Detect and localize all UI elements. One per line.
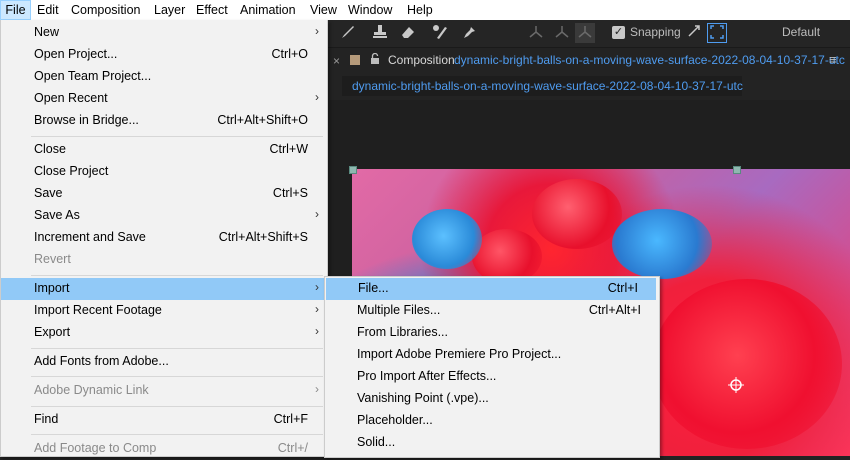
menu-window[interactable]: Window <box>348 0 392 20</box>
menu-item-import-solid[interactable]: Solid... <box>325 432 659 454</box>
menu-item-open-team-project[interactable]: Open Team Project... <box>1 66 327 88</box>
menu-effect[interactable]: Effect <box>196 0 228 20</box>
menu-item-import-premiere-project[interactable]: Import Adobe Premiere Pro Project... <box>325 344 659 366</box>
puppet-pin-icon[interactable] <box>460 23 480 43</box>
menu-item-import-vanishing-point[interactable]: Vanishing Point (.vpe)... <box>325 388 659 410</box>
menu-layer[interactable]: Layer <box>154 0 185 20</box>
menu-separator <box>31 376 323 377</box>
brush-icon[interactable] <box>338 23 358 43</box>
menu-animation[interactable]: Animation <box>240 0 296 20</box>
menu-item-revert: Revert <box>34 252 71 266</box>
menu-separator <box>31 275 323 276</box>
menu-separator <box>31 136 323 137</box>
menu-item-close-project[interactable]: Close Project <box>1 161 327 183</box>
menu-item-import-placeholder[interactable]: Placeholder... <box>325 410 659 432</box>
chevron-right-icon: › <box>315 382 319 396</box>
clone-stamp-icon[interactable] <box>370 23 390 43</box>
menu-item-increment-and-save[interactable]: Increment and Save Ctrl+Alt+Shift+S <box>1 227 327 249</box>
transform-handle[interactable] <box>733 166 741 174</box>
menu-item-browse-in-bridge[interactable]: Browse in Bridge... Ctrl+Alt+Shift+O <box>1 110 327 132</box>
ball-highlight <box>652 279 842 449</box>
workspace-default[interactable]: Default <box>782 25 820 39</box>
menu-view[interactable]: View <box>310 0 337 20</box>
menu-item-open-project[interactable]: Open Project... Ctrl+O <box>1 44 327 66</box>
menu-item-import-multiple-files[interactable]: Multiple Files... Ctrl+Alt+I <box>325 300 659 322</box>
ball-highlight <box>412 209 482 269</box>
tools-toolbar: ✓ Snapping Default <box>326 20 850 48</box>
menu-separator <box>31 406 323 407</box>
composition-panel-header: × Composition dynamic-bright-balls-on-a-… <box>326 48 850 74</box>
composition-name: dynamic-bright-balls-on-a-moving-wave-su… <box>454 53 845 67</box>
menu-composition[interactable]: Composition <box>71 0 140 20</box>
menu-item-new[interactable]: New › <box>1 22 327 44</box>
menu-edit[interactable]: Edit <box>37 0 59 20</box>
expand-icon[interactable] <box>707 23 727 43</box>
menu-file[interactable]: File <box>0 0 31 20</box>
menu-item-find[interactable]: Find Ctrl+F <box>1 409 327 431</box>
composition-breadcrumb-label: dynamic-bright-balls-on-a-moving-wave-su… <box>352 79 743 93</box>
chevron-right-icon: › <box>315 280 319 294</box>
menu-separator <box>31 348 323 349</box>
snap-icon[interactable] <box>684 23 704 43</box>
snapping-checkbox[interactable]: ✓ <box>612 26 625 39</box>
lock-icon[interactable] <box>370 52 380 68</box>
chevron-right-icon: › <box>315 90 319 104</box>
eraser-icon[interactable] <box>398 23 418 43</box>
roto-brush-icon[interactable] <box>430 23 450 43</box>
menu-item-add-fonts-from-adobe[interactable]: Add Fonts from Adobe... <box>1 351 327 373</box>
snapping-label: Snapping <box>630 25 681 39</box>
menu-item-save-as[interactable]: Save As › <box>1 205 327 227</box>
menu-item-adobe-dynamic-link: Adobe Dynamic Link › <box>34 382 319 397</box>
panel-menu-icon[interactable]: ≡ <box>829 52 837 67</box>
chevron-right-icon: › <box>315 207 319 221</box>
menu-item-import[interactable]: Import › <box>1 278 327 300</box>
axis-icon[interactable] <box>526 23 546 43</box>
close-icon[interactable]: × <box>333 54 340 68</box>
menu-item-close[interactable]: Close Ctrl+W <box>1 139 327 161</box>
ball-highlight <box>612 209 712 279</box>
axis-view-icon[interactable] <box>575 23 595 43</box>
menu-item-import-file[interactable]: File... Ctrl+I <box>326 278 656 300</box>
chevron-right-icon: › <box>315 24 319 38</box>
composition-prefix: Composition <box>388 53 455 67</box>
axis-world-icon[interactable] <box>552 23 572 43</box>
menu-item-import-recent-footage[interactable]: Import Recent Footage › <box>1 300 327 322</box>
menu-item-export[interactable]: Export › <box>1 322 327 344</box>
menu-item-import-from-libraries[interactable]: From Libraries... <box>325 322 659 344</box>
composition-breadcrumb[interactable]: dynamic-bright-balls-on-a-moving-wave-su… <box>342 76 743 96</box>
menu-item-save[interactable]: Save Ctrl+S <box>1 183 327 205</box>
composition-tab[interactable]: × Composition dynamic-bright-balls-on-a-… <box>326 48 850 74</box>
chevron-right-icon: › <box>315 324 319 338</box>
file-menu: New › Open Project... Ctrl+O Open Team Pro… <box>0 20 328 457</box>
anchor-point-icon[interactable] <box>728 377 744 393</box>
ball-highlight <box>532 179 622 249</box>
menu-item-add-footage-to-comp: Add Footage to Comp Ctrl+/ <box>34 441 308 455</box>
menu-separator <box>31 434 323 435</box>
menu-bar: File Edit Composition Layer Effect Anima… <box>0 0 850 21</box>
import-submenu: File... Ctrl+I Multiple Files... Ctrl+Alt+… <box>324 276 660 458</box>
chevron-right-icon: › <box>315 302 319 316</box>
menu-item-open-recent[interactable]: Open Recent › <box>1 88 327 110</box>
menu-item-pro-import-after-effects[interactable]: Pro Import After Effects... <box>325 366 659 388</box>
transform-handle[interactable] <box>349 166 357 174</box>
menu-help[interactable]: Help <box>407 0 433 20</box>
color-swatch-icon <box>350 55 360 65</box>
